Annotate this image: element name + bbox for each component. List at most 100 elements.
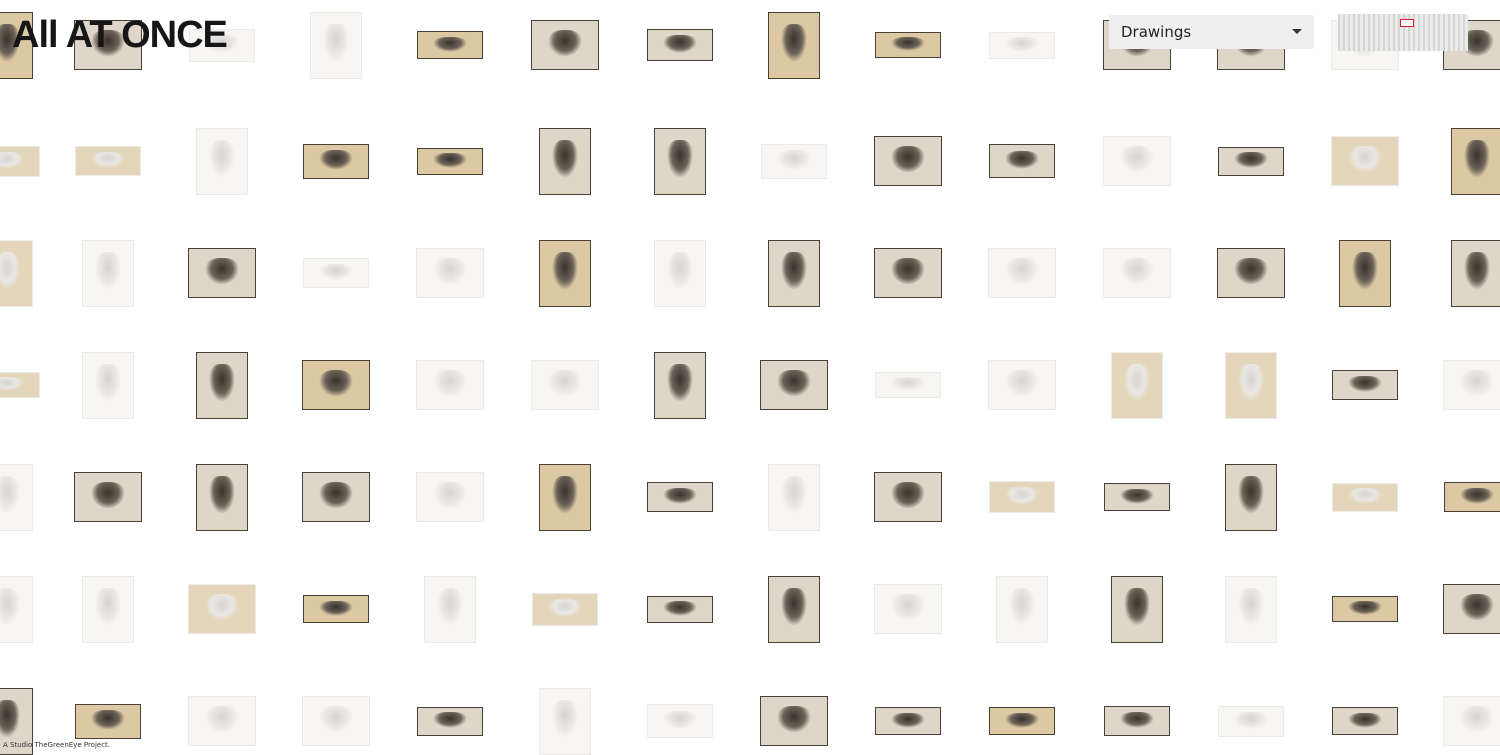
artwork-thumbnail[interactable] — [416, 472, 484, 522]
artwork-thumbnail[interactable] — [531, 20, 599, 70]
artwork-thumbnail[interactable] — [196, 127, 248, 195]
artwork-thumbnail[interactable] — [761, 143, 827, 179]
artwork-thumbnail[interactable] — [1225, 463, 1277, 531]
artwork-thumbnail[interactable] — [989, 481, 1055, 513]
artwork-thumbnail[interactable] — [1451, 127, 1500, 195]
artwork-thumbnail[interactable] — [874, 248, 942, 298]
minimap-viewport-indicator[interactable] — [1400, 19, 1414, 27]
artwork-thumbnail[interactable] — [768, 463, 820, 531]
artwork-thumbnail[interactable] — [1111, 575, 1163, 643]
artwork-thumbnail[interactable] — [0, 145, 40, 177]
artwork-image — [0, 151, 24, 169]
artwork-thumbnail[interactable] — [1443, 696, 1500, 746]
artwork-thumbnail[interactable] — [1104, 706, 1170, 736]
artwork-thumbnail[interactable] — [647, 29, 713, 61]
artwork-thumbnail[interactable] — [1332, 370, 1398, 400]
artwork-thumbnail[interactable] — [0, 239, 33, 307]
artwork-thumbnail[interactable] — [303, 258, 369, 288]
artwork-thumbnail[interactable] — [188, 584, 256, 634]
artwork-thumbnail[interactable] — [539, 463, 591, 531]
artwork-thumbnail[interactable] — [1443, 584, 1500, 634]
artwork-thumbnail[interactable] — [75, 703, 141, 739]
artwork-thumbnail[interactable] — [1443, 360, 1500, 410]
artwork-thumbnail[interactable] — [532, 592, 598, 626]
artwork-thumbnail[interactable] — [417, 31, 483, 59]
artwork-thumbnail[interactable] — [1451, 239, 1500, 307]
artwork-thumbnail[interactable] — [310, 11, 362, 79]
artwork-image — [781, 24, 807, 62]
artwork-thumbnail[interactable] — [996, 575, 1048, 643]
artwork-thumbnail[interactable] — [1332, 707, 1398, 735]
artwork-thumbnail[interactable] — [654, 127, 706, 195]
artwork-thumbnail[interactable] — [1218, 146, 1284, 176]
artwork-thumbnail[interactable] — [874, 472, 942, 522]
artwork-thumbnail[interactable] — [988, 360, 1056, 410]
artwork-thumbnail[interactable] — [539, 127, 591, 195]
artwork-thumbnail[interactable] — [302, 696, 370, 746]
artwork-thumbnail[interactable] — [1225, 575, 1277, 643]
artwork-thumbnail[interactable] — [417, 706, 483, 736]
artwork-thumbnail[interactable] — [1104, 483, 1170, 511]
artwork-thumbnail[interactable] — [0, 372, 40, 398]
artwork-thumbnail[interactable] — [188, 696, 256, 746]
artwork-thumbnail[interactable] — [1218, 705, 1284, 737]
artwork-thumbnail[interactable] — [647, 704, 713, 738]
artwork-thumbnail[interactable] — [760, 360, 828, 410]
artwork-thumbnail[interactable] — [1103, 248, 1171, 298]
artwork-thumbnail[interactable] — [416, 360, 484, 410]
artwork-thumbnail[interactable] — [1444, 482, 1500, 512]
artwork-thumbnail[interactable] — [989, 144, 1055, 178]
artwork-thumbnail[interactable] — [188, 248, 256, 298]
artwork-thumbnail[interactable] — [768, 239, 820, 307]
artwork-thumbnail[interactable] — [531, 360, 599, 410]
artwork-thumbnail[interactable] — [989, 31, 1055, 59]
artwork-image — [318, 705, 354, 734]
artwork-thumbnail[interactable] — [1332, 482, 1398, 512]
artwork-thumbnail[interactable] — [196, 351, 248, 419]
artwork-thumbnail[interactable] — [1111, 351, 1163, 419]
artwork-thumbnail[interactable] — [303, 143, 369, 179]
artwork-thumbnail[interactable] — [654, 239, 706, 307]
artwork-thumbnail[interactable] — [1217, 248, 1285, 298]
artwork-thumbnail[interactable] — [302, 360, 370, 410]
artwork-thumbnail[interactable] — [0, 463, 33, 531]
artwork-thumbnail[interactable] — [1332, 596, 1398, 622]
artwork-thumbnail[interactable] — [875, 32, 941, 58]
artwork-thumbnail[interactable] — [875, 372, 941, 398]
artwork-thumbnail[interactable] — [760, 696, 828, 746]
artwork-image — [204, 593, 240, 622]
artwork-thumbnail[interactable] — [0, 575, 33, 643]
artwork-thumbnail[interactable] — [875, 707, 941, 735]
artwork-thumbnail[interactable] — [75, 146, 141, 176]
artwork-thumbnail[interactable] — [303, 595, 369, 623]
artwork-thumbnail[interactable] — [654, 351, 706, 419]
artwork-thumbnail[interactable] — [768, 575, 820, 643]
artwork-image — [433, 153, 467, 168]
artwork-thumbnail[interactable] — [196, 463, 248, 531]
overview-minimap[interactable] — [1338, 14, 1468, 51]
artwork-thumbnail[interactable] — [82, 351, 134, 419]
artwork-thumbnail[interactable] — [768, 11, 820, 79]
artwork-image — [318, 481, 354, 510]
artwork-thumbnail[interactable] — [989, 707, 1055, 735]
artwork-thumbnail[interactable] — [1225, 351, 1277, 419]
artwork-thumbnail[interactable] — [988, 248, 1056, 298]
artwork-thumbnail[interactable] — [874, 584, 942, 634]
artwork-thumbnail[interactable] — [424, 575, 476, 643]
artwork-thumbnail[interactable] — [302, 472, 370, 522]
artwork-thumbnail[interactable] — [417, 147, 483, 175]
artwork-thumbnail[interactable] — [1103, 136, 1171, 186]
artwork-thumbnail[interactable] — [82, 239, 134, 307]
artwork-thumbnail[interactable] — [647, 482, 713, 512]
artwork-thumbnail[interactable] — [539, 687, 591, 755]
artwork-thumbnail[interactable] — [416, 248, 484, 298]
artwork-thumbnail[interactable] — [874, 136, 942, 186]
category-select[interactable]: Drawings — [1109, 15, 1314, 49]
artwork-image — [663, 35, 697, 53]
artwork-thumbnail[interactable] — [539, 239, 591, 307]
artwork-thumbnail[interactable] — [647, 595, 713, 623]
artwork-thumbnail[interactable] — [1331, 136, 1399, 186]
artwork-thumbnail[interactable] — [74, 472, 142, 522]
artwork-thumbnail[interactable] — [1339, 239, 1391, 307]
artwork-thumbnail[interactable] — [82, 575, 134, 643]
